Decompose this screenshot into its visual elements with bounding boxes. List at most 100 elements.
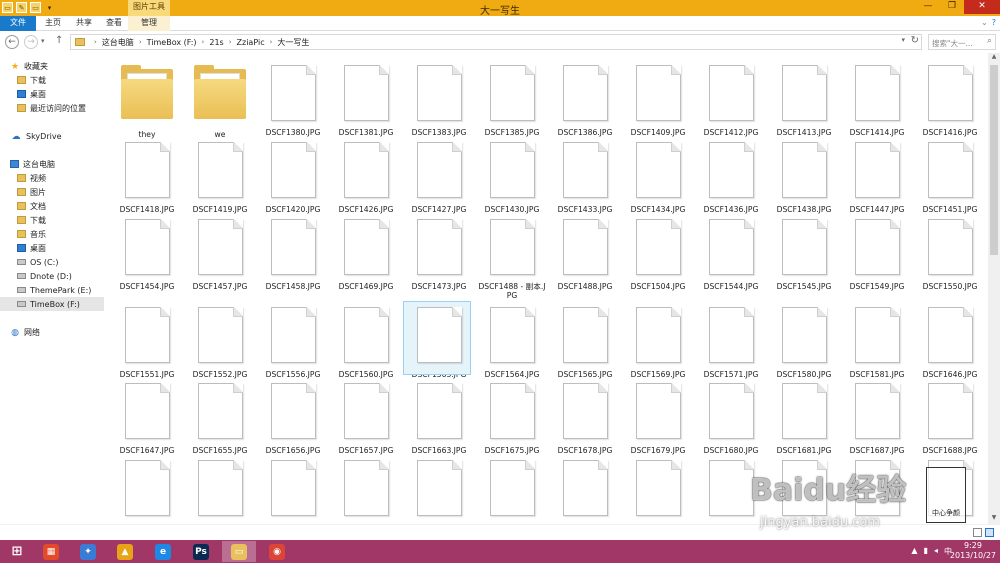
breadcrumb-current[interactable]: 大一写生: [277, 37, 309, 48]
nav-item-drive-f[interactable]: TimeBox (F:): [0, 297, 104, 311]
recent-locations-icon[interactable]: ▾: [41, 37, 45, 45]
file-item[interactable]: DSCF1413.JPG: [771, 65, 837, 137]
breadcrumb-zziapic[interactable]: ZziaPic: [237, 38, 265, 47]
file-item[interactable]: DSCF1679.JPG: [625, 383, 691, 455]
minimize-button[interactable]: —: [916, 0, 940, 14]
nav-item-drive-d[interactable]: Dnote (D:): [0, 269, 104, 283]
file-item[interactable]: DSCF1385.JPG: [479, 65, 545, 137]
folder-item[interactable]: we: [187, 65, 253, 139]
file-item[interactable]: [917, 460, 983, 523]
address-bar[interactable]: › 这台电脑 › TimeBox (F:) › 21s › ZziaPic › …: [70, 34, 922, 50]
file-item[interactable]: DSCF1655.JPG: [187, 383, 253, 455]
chrome-taskbar-button[interactable]: ◉: [260, 541, 294, 562]
file-item[interactable]: DSCF1469.JPG: [333, 219, 399, 291]
file-item[interactable]: DSCF1565.JPG: [552, 307, 618, 379]
nav-item-pictures[interactable]: 图片: [0, 185, 104, 199]
file-item[interactable]: DSCF1580.JPG: [771, 307, 837, 379]
file-item[interactable]: DSCF1550.JPG: [917, 219, 983, 291]
file-item[interactable]: DSCF1657.JPG: [333, 383, 399, 455]
tab-share[interactable]: 共享: [70, 16, 98, 31]
nav-this-pc[interactable]: 这台电脑: [0, 157, 104, 171]
expand-ribbon-icon[interactable]: ⌄: [981, 18, 988, 27]
file-item[interactable]: DSCF1544.JPG: [698, 219, 764, 291]
chevron-right-icon[interactable]: ›: [229, 38, 232, 46]
file-item[interactable]: DSCF1447.JPG: [844, 142, 910, 214]
file-item[interactable]: DSCF1571.JPG: [698, 307, 764, 379]
file-list[interactable]: they we DSCF1380.JPG DSCF1381.JPG DSCF1383.J…: [104, 53, 988, 524]
battery-icon[interactable]: ▮: [924, 546, 928, 557]
file-item[interactable]: [552, 460, 618, 523]
file-item[interactable]: DSCF1488.JPG: [552, 219, 618, 291]
file-item[interactable]: DSCF1458.JPG: [260, 219, 326, 291]
search-input[interactable]: 搜索"大一... ⌕: [928, 34, 996, 50]
file-item[interactable]: DSCF1416.JPG: [917, 65, 983, 137]
apps-taskbar-button[interactable]: ✦: [71, 541, 105, 562]
file-item[interactable]: DSCF1646.JPG: [917, 307, 983, 379]
file-item[interactable]: DSCF1436.JPG: [698, 142, 764, 214]
file-item[interactable]: DSCF1427.JPG: [406, 142, 472, 214]
nav-item-videos[interactable]: 视频: [0, 171, 104, 185]
file-item[interactable]: [771, 460, 837, 523]
file-item[interactable]: DSCF1556.JPG: [260, 307, 326, 379]
folder-item[interactable]: they: [114, 65, 180, 139]
scrollbar-thumb[interactable]: [990, 65, 998, 255]
maximize-button[interactable]: ❐: [940, 0, 964, 14]
breadcrumb-timebox[interactable]: TimeBox (F:): [147, 38, 197, 47]
file-item[interactable]: DSCF1563.JPG: [403, 301, 472, 379]
file-item[interactable]: DSCF1430.JPG: [479, 142, 545, 214]
file-item[interactable]: [187, 460, 253, 523]
file-item[interactable]: DSCF1473.JPG: [406, 219, 472, 291]
nav-network[interactable]: ◍ 网络: [0, 325, 104, 339]
up-button[interactable]: ↑: [55, 35, 63, 46]
scroll-up-icon[interactable]: ▲: [988, 53, 1000, 63]
file-item[interactable]: DSCF1380.JPG: [260, 65, 326, 137]
nav-skydrive[interactable]: ☁ SkyDrive: [0, 129, 104, 143]
file-item[interactable]: DSCF1414.JPG: [844, 65, 910, 137]
nav-item-drive-c[interactable]: OS (C:): [0, 255, 104, 269]
details-view-icon[interactable]: [973, 528, 982, 537]
nav-item-downloads-pc[interactable]: 下载: [0, 213, 104, 227]
file-item[interactable]: [114, 460, 180, 523]
file-item[interactable]: DSCF1434.JPG: [625, 142, 691, 214]
nav-item-desktop[interactable]: 桌面: [0, 87, 104, 101]
file-item[interactable]: DSCF1551.JPG: [114, 307, 180, 379]
file-item[interactable]: DSCF1688.JPG: [917, 383, 983, 455]
file-item[interactable]: DSCF1457.JPG: [187, 219, 253, 291]
file-item[interactable]: DSCF1647.JPG: [114, 383, 180, 455]
search-icon[interactable]: ⌕: [987, 36, 992, 46]
file-item[interactable]: DSCF1412.JPG: [698, 65, 764, 137]
chevron-down-icon[interactable]: ▾: [901, 36, 905, 44]
photoshop-taskbar-button[interactable]: Ps: [184, 541, 218, 562]
file-item[interactable]: [406, 460, 472, 523]
file-item[interactable]: DSCF1454.JPG: [114, 219, 180, 291]
file-item[interactable]: DSCF1545.JPG: [771, 219, 837, 291]
file-item[interactable]: DSCF1409.JPG: [625, 65, 691, 137]
nav-item-documents[interactable]: 文档: [0, 199, 104, 213]
ie-taskbar-button[interactable]: e: [146, 541, 180, 562]
file-item[interactable]: DSCF1451.JPG: [917, 142, 983, 214]
file-item[interactable]: DSCF1581.JPG: [844, 307, 910, 379]
file-item[interactable]: DSCF1438.JPG: [771, 142, 837, 214]
help-icon[interactable]: ?: [992, 18, 996, 27]
file-item[interactable]: [698, 460, 764, 523]
tab-manage[interactable]: 管理: [128, 16, 170, 31]
nav-item-music[interactable]: 音乐: [0, 227, 104, 241]
file-item[interactable]: DSCF1564.JPG: [479, 307, 545, 379]
store-taskbar-button[interactable]: ▦: [34, 541, 68, 562]
nav-item-recent[interactable]: 最近访问的位置: [0, 101, 104, 115]
file-item[interactable]: DSCF1420.JPG: [260, 142, 326, 214]
tab-file[interactable]: 文件: [0, 16, 36, 31]
file-item[interactable]: [333, 460, 399, 523]
back-button[interactable]: ←: [5, 35, 19, 49]
scroll-down-icon[interactable]: ▼: [988, 514, 1000, 524]
file-item[interactable]: DSCF1560.JPG: [333, 307, 399, 379]
file-item[interactable]: DSCF1675.JPG: [479, 383, 545, 455]
vertical-scrollbar[interactable]: ▲ ▼: [988, 53, 1000, 524]
file-item[interactable]: DSCF1681.JPG: [771, 383, 837, 455]
file-item[interactable]: [260, 460, 326, 523]
chevron-right-icon[interactable]: ›: [139, 38, 142, 46]
chevron-right-icon[interactable]: ›: [270, 38, 273, 46]
tab-home[interactable]: 主页: [38, 16, 68, 31]
show-hidden-icons-icon[interactable]: ▲: [911, 546, 917, 557]
file-item[interactable]: DSCF1656.JPG: [260, 383, 326, 455]
